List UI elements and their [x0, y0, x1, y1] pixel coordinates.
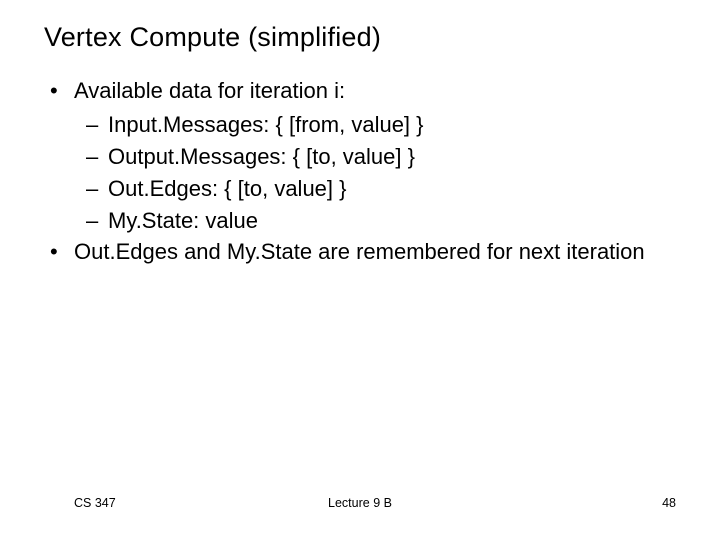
bullet-text: Output.Messages: { [to, value] }	[108, 141, 684, 173]
bullet-level2: – My.State: value	[86, 205, 684, 237]
bullet-text: Input.Messages: { [from, value] }	[108, 109, 684, 141]
dash-icon: –	[86, 109, 108, 141]
dash-icon: –	[86, 173, 108, 205]
bullet-level1: • Available data for iteration i:	[44, 75, 684, 107]
bullet-level2: – Input.Messages: { [from, value] }	[86, 109, 684, 141]
bullet-icon: •	[44, 236, 74, 268]
bullet-level1: • Out.Edges and My.State are remembered …	[44, 236, 684, 268]
dash-icon: –	[86, 205, 108, 237]
bullet-text: Out.Edges and My.State are remembered fo…	[74, 236, 684, 268]
footer-center: Lecture 9 B	[0, 496, 720, 510]
bullet-text: Out.Edges: { [to, value] }	[108, 173, 684, 205]
bullet-level2: – Output.Messages: { [to, value] }	[86, 141, 684, 173]
bullet-text: Available data for iteration i:	[74, 75, 684, 107]
bullet-text: My.State: value	[108, 205, 684, 237]
dash-icon: –	[86, 141, 108, 173]
bullet-level2: – Out.Edges: { [to, value] }	[86, 173, 684, 205]
slide: Vertex Compute (simplified) • Available …	[0, 0, 720, 540]
footer-page-number: 48	[662, 496, 676, 510]
bullet-icon: •	[44, 75, 74, 107]
slide-body: • Available data for iteration i: – Inpu…	[44, 75, 684, 268]
slide-title: Vertex Compute (simplified)	[44, 22, 684, 53]
